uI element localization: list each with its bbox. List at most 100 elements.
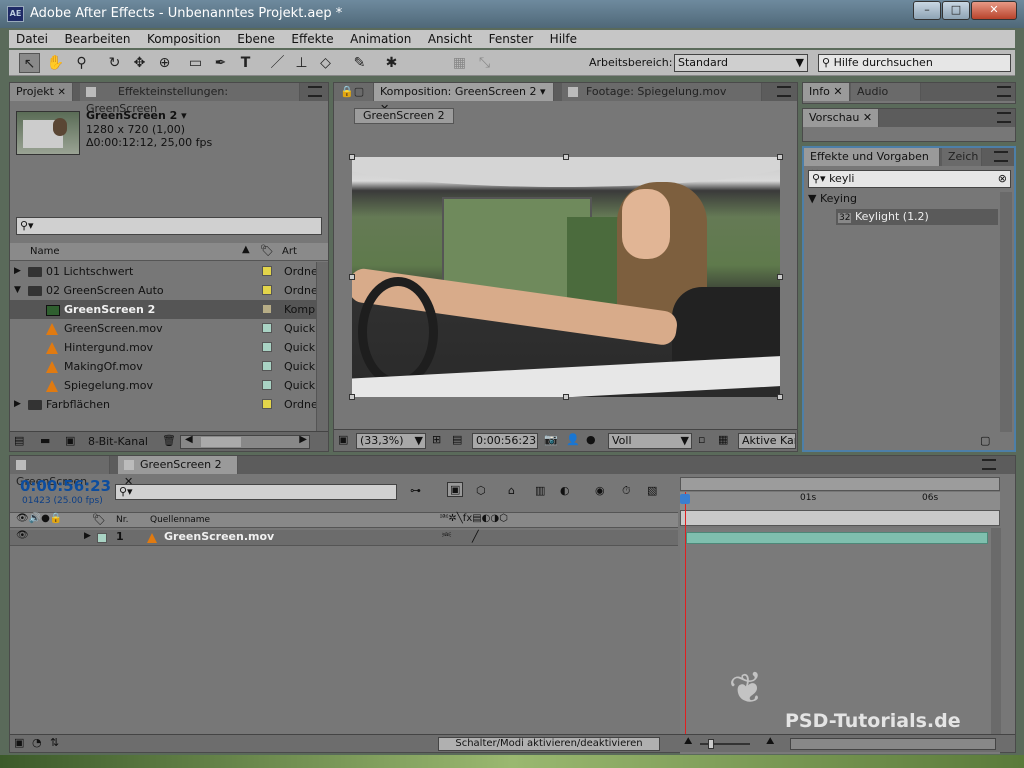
label-color-swatch[interactable] <box>262 380 272 390</box>
timeline-timecode[interactable]: 0:00:56:23 <box>20 477 111 495</box>
menu-bearbeiten[interactable]: Bearbeiten <box>58 30 137 46</box>
brush-tool-icon[interactable]: ／ <box>267 53 288 73</box>
current-time-indicator[interactable] <box>685 492 686 746</box>
always-preview-icon[interactable]: ▣ <box>338 433 348 446</box>
shy-switch-icon[interactable]: ⎃ <box>442 530 451 544</box>
label-color-swatch[interactable] <box>262 304 272 314</box>
project-item[interactable]: ▼ 02 GreenScreen Auto Ordne <box>10 281 318 300</box>
visibility-icon[interactable]: 👁 <box>16 530 29 541</box>
effects-scrollbar[interactable] <box>1000 192 1012 432</box>
selection-tool-icon[interactable]: ↖ <box>19 53 40 73</box>
eraser-icon[interactable]: ◇ <box>315 53 336 73</box>
draft-3d-icon[interactable]: ▣ <box>447 482 464 497</box>
timeline-search-input[interactable]: ⚲▾ <box>115 484 397 500</box>
label-color-swatch[interactable] <box>262 342 272 352</box>
channel-icon[interactable]: ● <box>586 433 596 446</box>
project-item[interactable]: GreenScreen 2 Komp <box>10 300 316 319</box>
tab-preview[interactable]: Vorschau ✕ <box>803 109 880 127</box>
comp-viewer[interactable] <box>352 157 780 397</box>
pen-tool-icon[interactable]: ✒ <box>210 53 231 73</box>
project-item[interactable]: ▶ 01 Lichtschwert Ordne <box>10 262 318 281</box>
layer-name[interactable]: GreenScreen.mov <box>164 530 274 543</box>
safe-zones-icon[interactable]: ⊞ <box>432 433 441 446</box>
menu-komposition[interactable]: Komposition <box>140 30 227 46</box>
transform-handle[interactable] <box>563 394 569 400</box>
minimize-button[interactable]: – <box>913 1 941 20</box>
transform-handle[interactable] <box>349 154 355 160</box>
new-folder-icon[interactable]: ▢ <box>980 434 990 447</box>
menu-ebene[interactable]: Ebene <box>230 30 281 46</box>
col-source-name[interactable]: Quellenname <box>150 515 210 525</box>
render-icon[interactable]: ▧ <box>647 484 657 497</box>
transform-handle[interactable] <box>349 274 355 280</box>
work-area-bar[interactable] <box>680 477 1000 491</box>
label-color-swatch[interactable] <box>262 399 272 409</box>
effect-keylight[interactable]: 32 Keylight (1.2) <box>836 209 998 225</box>
project-item[interactable]: MakingOf.mov Quick <box>10 357 316 376</box>
twirl-closed-icon[interactable]: ▶ <box>14 262 21 281</box>
transform-handle[interactable] <box>563 154 569 160</box>
close-button[interactable]: ✕ <box>971 1 1017 20</box>
tab-project[interactable]: Projekt ✕ <box>10 83 73 101</box>
new-comp-icon[interactable]: ▣ <box>65 434 75 447</box>
category-keying[interactable]: ▼ Keying <box>808 192 857 205</box>
pan-behind-icon[interactable]: ⊕ <box>154 53 175 73</box>
project-scrollbar[interactable] <box>316 262 328 432</box>
panel-menu-icon[interactable] <box>308 86 322 97</box>
transform-handle[interactable] <box>349 394 355 400</box>
maximize-button[interactable]: □ <box>942 1 970 20</box>
zoom-out-icon[interactable]: ⛰ <box>684 736 692 747</box>
menu-effekte[interactable]: Effekte <box>284 30 339 46</box>
new-folder-icon[interactable]: ▬ <box>40 434 50 447</box>
zoom-tool-icon[interactable]: ⚲ <box>71 53 92 73</box>
timeline-scrollbar[interactable] <box>991 528 1001 736</box>
label-color-swatch[interactable] <box>262 266 272 276</box>
label-color-swatch[interactable] <box>262 361 272 371</box>
puppet-pin-icon[interactable]: ✱ <box>381 53 402 73</box>
menu-animation[interactable]: Animation <box>343 30 417 46</box>
tab-footage[interactable]: Footage: Spiegelung.mov <box>562 83 762 101</box>
workspace-select[interactable]: Standard ▼ <box>674 54 808 72</box>
show-snapshot-icon[interactable]: 👤 <box>566 433 580 446</box>
grid-icon[interactable]: ▤ <box>452 433 462 446</box>
project-item[interactable]: Spiegelung.mov Quick <box>10 376 316 395</box>
menu-fenster[interactable]: Fenster <box>482 30 540 46</box>
tab-effects-presets[interactable]: Effekte und Vorgaben ✕ <box>804 148 940 180</box>
transform-handle[interactable] <box>777 274 783 280</box>
layer-label-color[interactable] <box>97 533 107 543</box>
label-color-swatch[interactable] <box>262 285 272 295</box>
transfer-controls-icon[interactable]: ◔ <box>32 736 42 749</box>
roto-brush-icon[interactable]: ✎ <box>349 53 370 73</box>
playhead-icon[interactable] <box>680 494 690 504</box>
comp-flowchart-icon[interactable]: ⊶ <box>410 484 421 497</box>
interpret-footage-icon[interactable]: ▤ <box>14 434 24 447</box>
project-hscroll[interactable]: ◀ ▶ <box>180 434 310 449</box>
item-name[interactable]: GreenScreen 2 ▾ <box>86 109 187 122</box>
tab-character[interactable]: Zeich <box>942 148 982 166</box>
bit-depth-toggle[interactable]: 8-Bit-Kanal <box>88 435 148 448</box>
camera-orbit-icon[interactable]: ✥ <box>129 53 150 73</box>
in-out-icon[interactable]: ⇅ <box>50 736 59 749</box>
text-tool-icon[interactable]: T <box>235 53 256 73</box>
tab-info[interactable]: Info ✕ <box>803 83 850 101</box>
snap-icon[interactable]: ⤡ <box>474 53 495 73</box>
camera-select[interactable]: Aktive Kar <box>738 433 796 449</box>
layer-switches-icon[interactable]: ▣ <box>14 736 24 749</box>
zoom-in-icon[interactable]: ⛰ <box>766 736 774 747</box>
shy-icon[interactable]: ⬡ <box>476 484 486 497</box>
hand-tool-icon[interactable]: ✋ <box>45 53 66 73</box>
layer-row[interactable]: 👁 ▶ 1 GreenScreen.mov ⎃ ╱ <box>10 530 678 546</box>
quality-switch-icon[interactable]: ╱ <box>472 530 479 543</box>
timeline-hscroll[interactable] <box>790 738 996 750</box>
transparency-grid-icon[interactable]: ▦ <box>718 433 728 446</box>
toggle-switches-modes-button[interactable]: Schalter/Modi aktivieren/deaktivieren <box>438 737 660 751</box>
current-time-field[interactable]: 0:00:56:23 <box>472 433 538 449</box>
twirl-closed-icon[interactable]: ▶ <box>14 395 21 414</box>
menu-datei[interactable]: Datei <box>9 30 54 46</box>
graph-editor-icon[interactable]: ◐ <box>560 484 570 497</box>
tab-timeline-greenscreen[interactable]: GreenScreen <box>10 456 110 488</box>
twirl-open-icon[interactable]: ▼ <box>14 281 21 300</box>
tab-effect-controls[interactable]: Effekteinstellungen: GreenScreen <box>80 83 300 115</box>
col-name[interactable]: Name <box>30 246 60 257</box>
axis-mode-icon[interactable]: ▦ <box>449 53 470 73</box>
